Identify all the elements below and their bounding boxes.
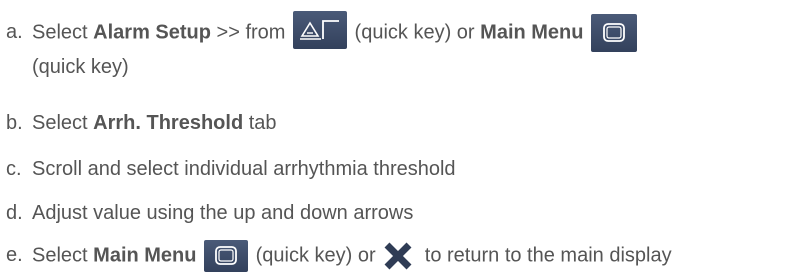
step-a: a. Select Alarm Setup >> from (quick key)… xyxy=(6,11,639,82)
main-menu-label: Main Menu xyxy=(480,21,584,44)
step-text: Adjust value using the up and down arrow… xyxy=(32,202,414,224)
main-menu-label: Main Menu xyxy=(93,244,197,267)
alarm-setup-icon xyxy=(293,11,347,49)
step-d: d. Adjust value using the up and down arr… xyxy=(6,198,413,228)
step-text: tab xyxy=(243,112,277,134)
step-text: Select xyxy=(32,21,94,44)
step-text: (quick key) or xyxy=(250,244,382,267)
step-text: >> from xyxy=(210,21,291,44)
step-c: c. Scroll and select individual arrhythmi… xyxy=(6,154,456,184)
main-menu-icon xyxy=(204,240,249,272)
close-icon xyxy=(383,241,413,271)
step-text: (quick key) xyxy=(32,56,129,78)
alarm-setup-label: Alarm Setup xyxy=(93,21,211,44)
arrh-threshold-label: Arrh. Threshold xyxy=(93,112,244,134)
step-text: Scroll and select individual arrhythmia … xyxy=(32,158,456,180)
main-menu-icon xyxy=(591,14,638,52)
step-e: e. Select Main Menu (quick key) or to ret… xyxy=(6,240,672,272)
step-marker: a. xyxy=(6,21,23,44)
step-marker: d. xyxy=(6,202,23,224)
step-text: Select xyxy=(32,244,94,267)
step-text: (quick key) or xyxy=(349,21,481,44)
step-text: Select xyxy=(32,112,94,134)
step-b: b. Select Arrh. Threshold tab xyxy=(6,108,277,138)
step-text: to return to the main display xyxy=(419,244,672,267)
step-marker: b. xyxy=(6,112,23,134)
step-marker: e. xyxy=(6,244,23,267)
step-marker: c. xyxy=(6,158,22,180)
